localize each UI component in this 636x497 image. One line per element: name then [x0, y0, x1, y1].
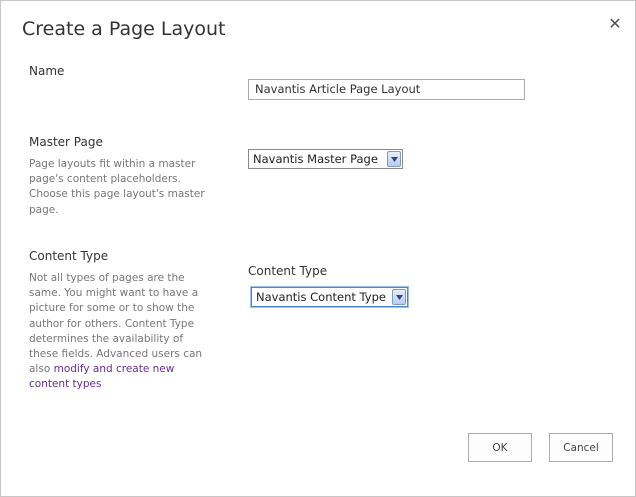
- content-type-select[interactable]: Navantis Content Type: [251, 287, 408, 307]
- content-type-label: Content Type: [29, 249, 109, 263]
- content-type-description: Not all types of pages are the same. You…: [29, 271, 209, 393]
- content-type-select-value: Navantis Content Type: [256, 290, 386, 304]
- close-icon[interactable]: ✕: [605, 14, 625, 34]
- chevron-down-icon[interactable]: [387, 151, 401, 167]
- cancel-button[interactable]: Cancel: [549, 433, 613, 462]
- master-page-description: Page layouts fit within a master page's …: [29, 158, 205, 216]
- name-input[interactable]: [248, 79, 525, 100]
- ok-button[interactable]: OK: [468, 433, 532, 462]
- master-page-label: Master Page: [29, 135, 103, 149]
- content-type-description-text: Not all types of pages are the same. You…: [29, 272, 203, 376]
- name-label: Name: [29, 64, 65, 78]
- chevron-down-icon[interactable]: [392, 289, 406, 305]
- create-page-layout-dialog: Create a Page Layout ✕ Name Master Page …: [0, 0, 636, 497]
- master-page-select-value: Navantis Master Page: [253, 152, 378, 166]
- content-type-field-label: Content Type: [248, 264, 328, 278]
- dialog-title: Create a Page Layout: [22, 18, 226, 40]
- master-page-select[interactable]: Navantis Master Page: [248, 149, 403, 169]
